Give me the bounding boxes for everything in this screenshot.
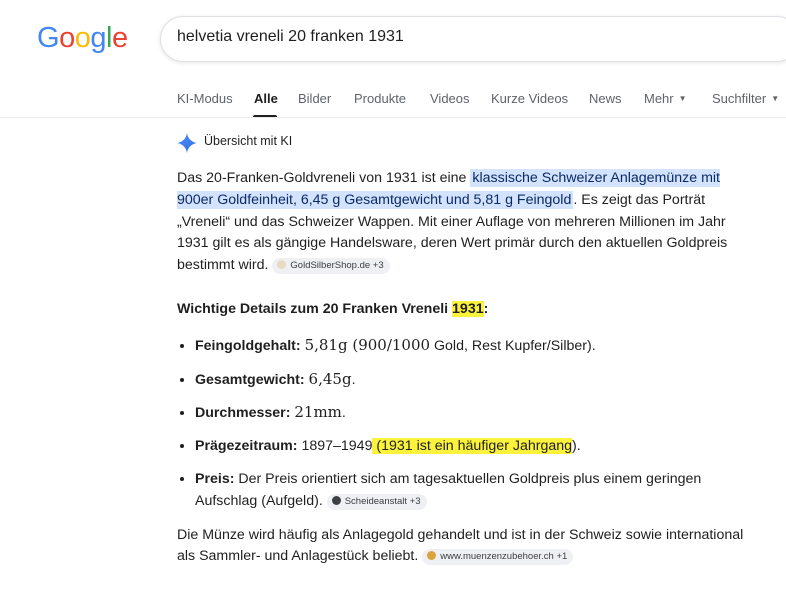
chevron-down-icon: ▼ [678, 94, 687, 103]
bullet-label: Feingoldgehalt: [195, 337, 301, 354]
logo-letter: e [111, 22, 128, 54]
bullet-math: 6,45g [308, 369, 352, 388]
source-chip-muenzenzubehoer[interactable]: www.muenzenzubehoer.ch +1 [422, 549, 574, 566]
bullet-label: Preis: [195, 470, 235, 487]
ai-overview-content: Das 20-Franken-Goldvreneli von 1931 ist … [177, 168, 752, 568]
logo-letter: o [59, 22, 75, 54]
tab-produkte[interactable]: Produkte [354, 91, 406, 106]
bullet-text: Der Preis orientiert sich am tagesaktuel… [195, 470, 702, 509]
source-chip-label: GoldSilberShop.de +3 [290, 260, 384, 272]
list-item-durchmesser: Durchmesser: 21mm. [195, 402, 752, 425]
details-heading-text: Wichtige Details zum 20 Franken Vreneli [177, 300, 453, 317]
details-list: Feingoldgehalt: 5,81g (900/1000 Gold, Re… [177, 335, 752, 513]
site-favicon-icon [331, 495, 341, 505]
chevron-down-icon: ▼ [771, 94, 780, 103]
list-item-preis: Preis: Der Preis orientiert sich am tage… [195, 469, 752, 513]
source-chip-scheideanstalt[interactable]: Scheideanstalt +3 [326, 493, 427, 510]
site-favicon-icon [427, 551, 437, 561]
bullet-math: 5,81g (900/1000 [304, 335, 431, 354]
logo-letter: o [74, 22, 91, 54]
tabs-divider [0, 117, 786, 118]
summary-text-start: Das 20-Franken-Goldvreneli von 1931 ist … [177, 170, 471, 186]
bullet-text: . [351, 371, 356, 388]
summary-paragraph: Das 20-Franken-Goldvreneli von 1931 ist … [177, 168, 752, 277]
bullet-label: Gesamtgewicht: [195, 371, 305, 388]
closing-paragraph: Die Münze wird häufig als Anlagegold geh… [177, 525, 752, 569]
details-heading-year: 1931 [452, 300, 484, 317]
bullet-text: 1897–1949 [297, 438, 373, 455]
bullet-text: . [341, 405, 346, 422]
logo-letter: G [37, 22, 60, 54]
list-item-praegezeitraum: Prägezeitraum: 1897–1949 (1931 ist ein h… [195, 436, 752, 458]
site-favicon-icon [277, 260, 287, 270]
sparkle-icon [177, 133, 197, 153]
bullet-label: Prägezeitraum: [195, 438, 298, 455]
tab-suchfilter[interactable]: Suchfilter ▼ [712, 91, 779, 106]
tab-news[interactable]: News [589, 91, 622, 106]
bullet-text-end: ). [572, 438, 581, 455]
tab-mehr-label: Mehr [644, 91, 674, 106]
search-input[interactable] [177, 28, 737, 46]
list-item-feingold: Feingoldgehalt: 5,81g (900/1000 Gold, Re… [195, 335, 752, 358]
tab-mehr[interactable]: Mehr ▼ [644, 91, 687, 106]
tab-ki-modus[interactable]: KI-Modus [177, 91, 233, 106]
ai-overview-title: Übersicht mit KI [204, 134, 293, 148]
source-chip-label: www.muenzenzubehoer.ch +1 [440, 551, 568, 563]
details-heading: Wichtige Details zum 20 Franken Vreneli … [177, 299, 752, 321]
source-chip-label: Scheideanstalt +3 [344, 495, 421, 507]
tab-videos[interactable]: Videos [430, 91, 470, 106]
google-logo[interactable]: Google [37, 22, 128, 54]
bullet-math: 21mm [294, 403, 342, 422]
bullet-text: Gold, Rest Kupfer/Silber). [430, 337, 596, 354]
list-item-gesamtgewicht: Gesamtgewicht: 6,45g. [195, 369, 752, 392]
bullet-label: Durchmesser: [195, 405, 291, 422]
tab-bilder[interactable]: Bilder [298, 91, 331, 106]
bullet-highlight: (1931 ist ein häufiger Jahrgang [372, 438, 573, 455]
search-box[interactable] [160, 16, 786, 62]
tab-kurze-videos[interactable]: Kurze Videos [491, 91, 568, 106]
details-heading-colon: : [483, 300, 489, 317]
tab-suchfilter-label: Suchfilter [712, 91, 767, 106]
source-chip-goldsilbershop[interactable]: GoldSilberShop.de +3 [272, 258, 390, 275]
tab-alle[interactable]: Alle [254, 91, 278, 106]
logo-letter: g [90, 22, 106, 54]
